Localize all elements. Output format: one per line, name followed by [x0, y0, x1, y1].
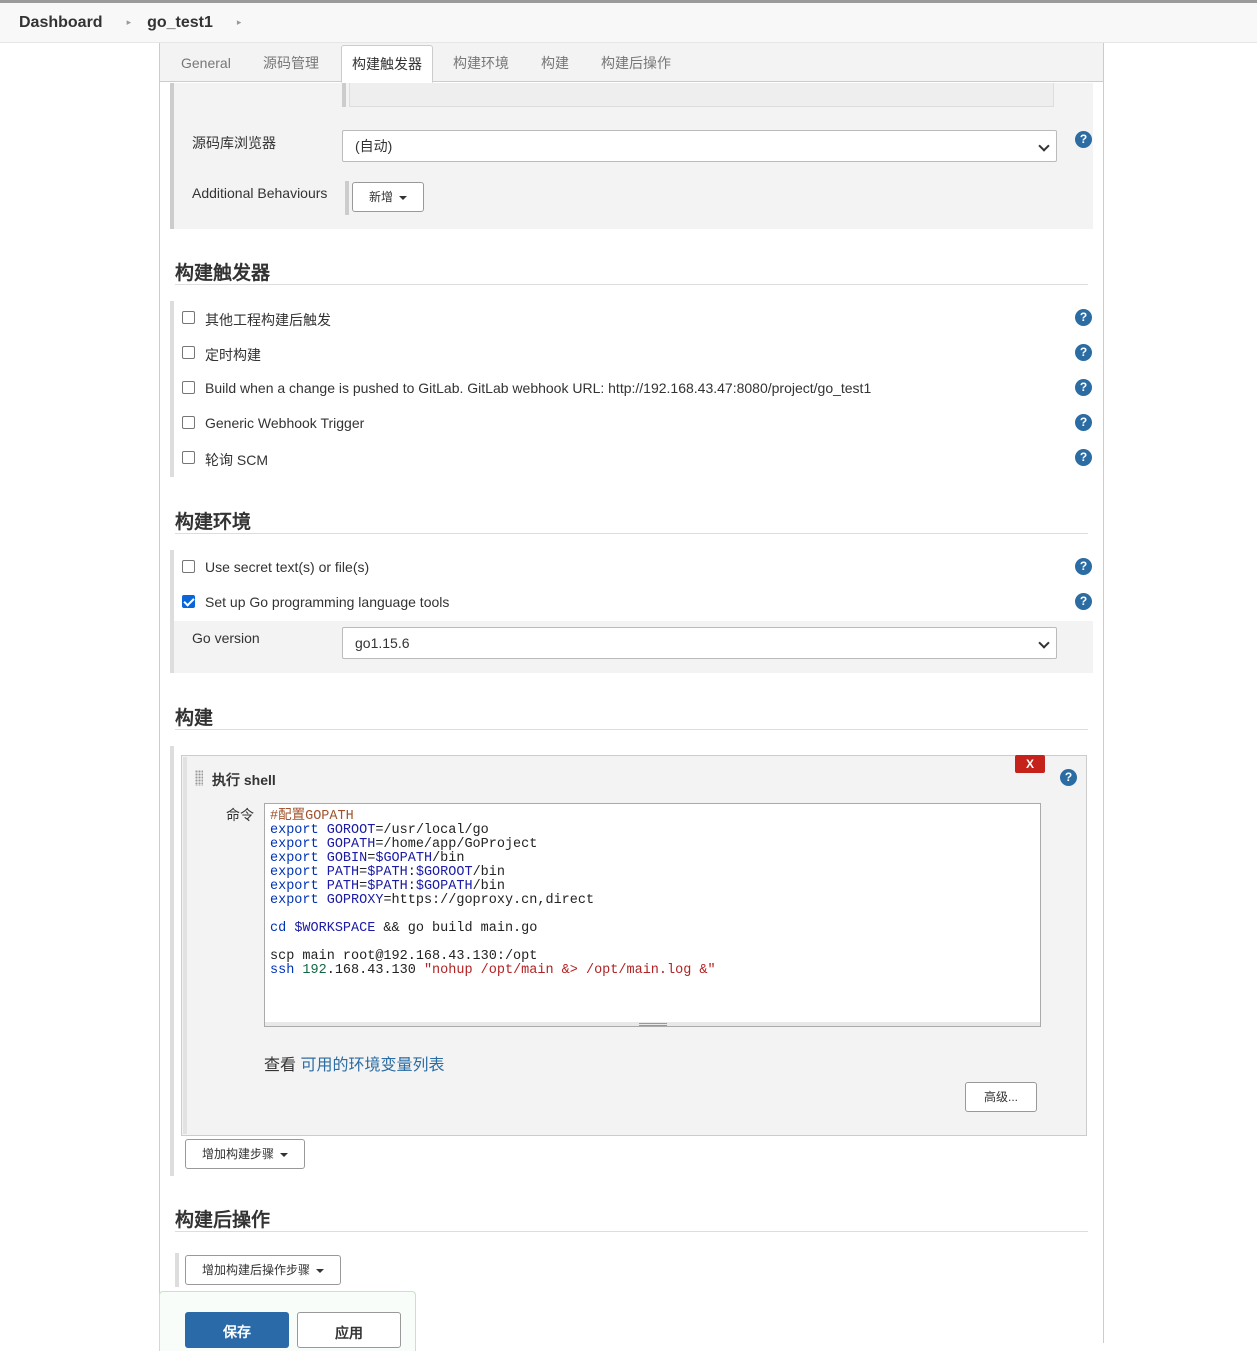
- help-icon[interactable]: ?: [1060, 769, 1077, 786]
- build-environment-title: 构建环境: [175, 512, 252, 533]
- drag-handle-icon[interactable]: [195, 770, 203, 786]
- breadcrumb: Dashboard ▸ go_test1 ▸: [0, 3, 1257, 43]
- add-post-build-step-button[interactable]: 增加构建后操作步骤: [185, 1255, 341, 1285]
- help-icon[interactable]: ?: [1075, 449, 1092, 466]
- caret-down-icon: [399, 195, 407, 200]
- add-build-step-button[interactable]: 增加构建步骤: [185, 1139, 305, 1169]
- code-line: export GOPROXY=https://goproxy.cn,direct: [270, 893, 595, 908]
- execute-shell-title: 执行 shell: [212, 772, 276, 788]
- resize-grip-icon: [639, 1023, 667, 1026]
- post-build-indent-bar: [175, 1253, 179, 1287]
- code-line: ssh 192.168.43.130 "nohup /opt/main &> /…: [270, 963, 716, 978]
- post-build-title: 构建后操作: [175, 1210, 271, 1231]
- help-icon[interactable]: ?: [1075, 131, 1092, 148]
- build-triggers-title: 构建触发器: [175, 263, 271, 284]
- code-line: export GOROOT=/usr/local/go: [270, 823, 489, 838]
- add-post-build-step-label: 增加构建后操作步骤: [201, 1263, 310, 1277]
- go-tools-checkbox[interactable]: [182, 595, 195, 608]
- trigger-generic-webhook-label: Generic Webhook Trigger: [205, 415, 365, 431]
- command-textarea[interactable]: #配置GOPATH export GOROOT=/usr/local/go ex…: [264, 803, 1041, 1027]
- textarea-resize-bar[interactable]: [264, 1022, 1041, 1027]
- breadcrumb-separator-icon[interactable]: ▸: [237, 17, 242, 28]
- help-icon[interactable]: ?: [1075, 309, 1092, 326]
- code-line: #配置GOPATH: [270, 809, 354, 824]
- tab-post-build[interactable]: 构建后操作: [601, 45, 671, 82]
- shell-step-bar: [183, 757, 187, 1134]
- breadcrumb-separator-icon[interactable]: ▸: [127, 17, 132, 28]
- command-label: 命令: [226, 807, 254, 823]
- caret-down-icon: [280, 1152, 288, 1157]
- trigger-poll-scm-checkbox[interactable]: [182, 451, 195, 464]
- breadcrumb-dashboard[interactable]: Dashboard: [19, 14, 103, 32]
- tab-scm[interactable]: 源码管理: [263, 45, 319, 82]
- help-icon[interactable]: ?: [1075, 593, 1092, 610]
- trigger-gitlab-push-label: Build when a change is pushed to GitLab.…: [205, 380, 872, 396]
- code-line: export GOBIN=$GOPATH/bin: [270, 851, 465, 866]
- advanced-button[interactable]: 高级...: [965, 1082, 1037, 1112]
- build-title: 构建: [175, 708, 214, 729]
- env-vars-hint: 查看 可用的环境变量列表: [264, 1051, 444, 1075]
- trigger-after-other-projects-label: 其他工程构建后触发: [205, 312, 331, 328]
- repo-browser-label: 源码库浏览器: [192, 135, 276, 151]
- go-version-label: Go version: [192, 630, 260, 646]
- code-line: export PATH=$PATH:$GOROOT/bin: [270, 865, 505, 880]
- code-line: export GOPATH=/home/app/GoProject: [270, 837, 538, 852]
- caret-down-icon: [316, 1268, 324, 1273]
- trigger-scheduled-label: 定时构建: [205, 347, 261, 363]
- code-line: cd $WORKSPACE && go build main.go: [270, 921, 538, 936]
- section-divider: [175, 729, 1088, 730]
- trigger-gitlab-push-checkbox[interactable]: [182, 381, 195, 394]
- tab-build[interactable]: 构建: [541, 45, 569, 82]
- section-divider: [175, 284, 1088, 285]
- help-icon[interactable]: ?: [1075, 344, 1092, 361]
- add-behaviour-label: 新增: [368, 190, 393, 204]
- behaviours-indent-bar: [345, 181, 349, 215]
- section-divider: [175, 1231, 1088, 1232]
- code-line: export PATH=$PATH:$GOPATH/bin: [270, 879, 505, 894]
- triggers-indent-bar: [170, 301, 174, 477]
- secret-text-label: Use secret text(s) or file(s): [205, 559, 370, 575]
- tab-general[interactable]: General: [181, 45, 231, 82]
- help-icon[interactable]: ?: [1075, 379, 1092, 396]
- go-tools-label: Set up Go programming language tools: [205, 594, 450, 610]
- go-version-select[interactable]: go1.15.6: [342, 627, 1057, 659]
- env-vars-prefix: 查看: [264, 1057, 297, 1074]
- config-tabs: General 源码管理 构建触发器 构建环境 构建 构建后操作: [160, 43, 1103, 83]
- bottom-action-bar: 保存 应用: [159, 1291, 416, 1351]
- tab-build-environment[interactable]: 构建环境: [453, 45, 509, 82]
- code-line: scp main root@192.168.43.130:/opt: [270, 949, 538, 964]
- chevron-down-icon: [1038, 637, 1050, 649]
- breadcrumb-project[interactable]: go_test1: [147, 14, 213, 32]
- additional-behaviours-label: Additional Behaviours: [192, 185, 328, 201]
- help-icon[interactable]: ?: [1075, 558, 1092, 575]
- trigger-scheduled-checkbox[interactable]: [182, 346, 195, 359]
- help-icon[interactable]: ?: [1075, 414, 1092, 431]
- delete-step-button[interactable]: X: [1015, 755, 1045, 773]
- scm-indent-bar: [170, 83, 174, 229]
- build-indent-bar: [170, 746, 174, 1176]
- repo-browser-value: (自动): [355, 138, 393, 154]
- section-divider: [175, 533, 1088, 534]
- trigger-after-other-projects-checkbox[interactable]: [182, 311, 195, 324]
- scm-inner-bar: [342, 83, 346, 107]
- add-build-step-label: 增加构建步骤: [201, 1147, 274, 1161]
- config-panel: General 源码管理 构建触发器 构建环境 构建 构建后操作 源码库浏览器 …: [159, 43, 1104, 1343]
- add-behaviour-button[interactable]: 新增: [352, 182, 424, 212]
- env-vars-link[interactable]: 可用的环境变量列表: [300, 1057, 444, 1074]
- secret-text-checkbox[interactable]: [182, 560, 195, 573]
- trigger-poll-scm-label: 轮询 SCM: [205, 452, 268, 468]
- tab-build-triggers[interactable]: 构建触发器: [341, 45, 433, 83]
- go-version-value: go1.15.6: [355, 635, 410, 651]
- repo-browser-select[interactable]: (自动): [342, 130, 1057, 162]
- chevron-down-icon: [1038, 140, 1050, 152]
- trigger-generic-webhook-checkbox[interactable]: [182, 416, 195, 429]
- scm-previous-field: [349, 83, 1054, 107]
